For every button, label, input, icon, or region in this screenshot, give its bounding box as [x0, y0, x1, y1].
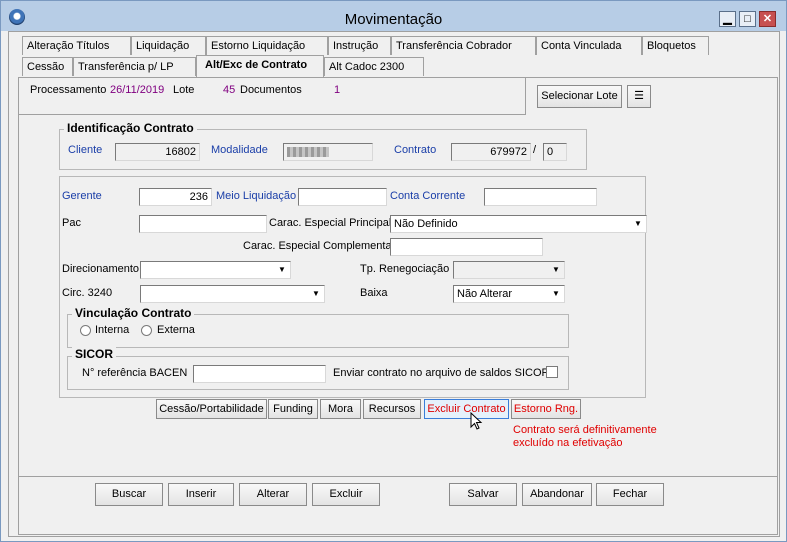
direcionamento-select[interactable]: ▼: [140, 261, 291, 279]
tab-alt-exc-contrato[interactable]: Alt/Exc de Contrato: [196, 55, 324, 77]
chevron-down-icon[interactable]: ▼: [549, 262, 563, 278]
cessao-portabilidade-button[interactable]: Cessão/Portabilidade: [156, 399, 267, 419]
recursos-button[interactable]: Recursos: [363, 399, 421, 419]
close-button[interactable]: ✕: [759, 11, 776, 27]
redacted-modalidade: [287, 147, 329, 157]
chevron-down-icon[interactable]: ▼: [631, 216, 645, 232]
buscar-button[interactable]: Buscar: [95, 483, 163, 506]
tab-instrucao[interactable]: Instrução: [328, 36, 391, 55]
meio-liquidacao-field[interactable]: [298, 188, 387, 206]
list-icon: ☰: [634, 90, 644, 102]
carac-complementar-field[interactable]: [390, 238, 543, 256]
sicor-enviar-label: Enviar contrato no arquivo de saldos SIC…: [333, 367, 550, 379]
inserir-button[interactable]: Inserir: [168, 483, 234, 506]
sicor-enviar-checkbox[interactable]: [546, 366, 558, 378]
salvar-button[interactable]: Salvar: [449, 483, 517, 506]
estorno-rng-button[interactable]: Estorno Rng.: [511, 399, 581, 419]
contrato-label: Contrato: [394, 144, 437, 156]
maximize-icon: □: [744, 13, 751, 25]
tab-liquidacao[interactable]: Liquidação: [131, 36, 206, 55]
interna-radio[interactable]: [80, 325, 91, 336]
client-area: Alteração Títulos Liquidação Estorno Liq…: [8, 31, 780, 537]
tab-cessao[interactable]: Cessão: [22, 57, 73, 76]
window: Movimentação ▁ □ ✕ Alteração Títulos Liq…: [0, 0, 787, 542]
tab-alteracao-titulos[interactable]: Alteração Títulos: [22, 36, 131, 55]
baixa-select[interactable]: Não Alterar ▼: [453, 285, 565, 303]
pac-field[interactable]: [139, 215, 267, 233]
cliente-label: Cliente: [68, 144, 103, 156]
carac-complementar-label: Carac. Especial Complementar: [243, 240, 396, 252]
carac-principal-value: Não Definido: [394, 218, 458, 230]
excluir-button[interactable]: Excluir: [312, 483, 380, 506]
minimize-icon: ▁: [723, 13, 732, 25]
maximize-button[interactable]: □: [739, 11, 756, 27]
modalidade-label: Modalidade: [211, 144, 268, 156]
contrato-field: 679972: [451, 143, 531, 161]
modalidade-field: [283, 143, 373, 161]
tab-transferencia-cobrador[interactable]: Transferência Cobrador: [391, 36, 536, 55]
header-box: [19, 78, 526, 115]
externa-label[interactable]: Externa: [157, 324, 195, 336]
baixa-value: Não Alterar: [457, 288, 513, 300]
contrato-separator: /: [533, 144, 537, 156]
mora-button[interactable]: Mora: [320, 399, 361, 419]
close-icon: ✕: [762, 13, 773, 25]
minimize-button[interactable]: ▁: [719, 11, 736, 27]
tab-panel: Processamento 26/11/2019 Lote 45 Documen…: [18, 77, 778, 535]
window-title: Movimentação: [344, 11, 443, 28]
carac-principal-label: Carac. Especial Principal: [269, 217, 392, 229]
selecionar-lote-button[interactable]: Selecionar Lote: [537, 85, 622, 108]
lote-list-button[interactable]: ☰: [627, 85, 651, 108]
circ-3240-label: Circ. 3240: [62, 287, 113, 299]
tab-estorno-liquidacao[interactable]: Estorno Liquidação: [206, 36, 328, 55]
baixa-label: Baixa: [360, 287, 388, 299]
alterar-button[interactable]: Alterar: [239, 483, 307, 506]
cliente-field: 16802: [115, 143, 200, 161]
carac-principal-select[interactable]: Não Definido ▼: [390, 215, 647, 233]
direcionamento-label: Direcionamento: [62, 263, 140, 275]
gerente-field[interactable]: 236: [139, 188, 212, 206]
tp-renegociacao-select[interactable]: ▼: [453, 261, 565, 279]
tab-alt-cadoc-2300[interactable]: Alt Cadoc 2300: [324, 57, 424, 76]
conta-corrente-field[interactable]: [484, 188, 597, 206]
pac-label: Pac: [62, 217, 81, 229]
abandonar-button[interactable]: Abandonar: [522, 483, 592, 506]
warning-line1: Contrato será definitivamente: [513, 424, 657, 436]
meio-liquidacao-label: Meio Liquidação: [216, 190, 297, 202]
warning-line2: excluído na efetivação: [513, 437, 623, 449]
chevron-down-icon[interactable]: ▼: [309, 286, 323, 302]
tab-transferencia-lp[interactable]: Transferência p/ LP: [73, 57, 196, 76]
tp-renegociacao-label: Tp. Renegociação: [360, 263, 450, 275]
chevron-down-icon[interactable]: ▼: [275, 262, 289, 278]
sicor-ref-field[interactable]: [193, 365, 326, 383]
contrato-digit-field: 0: [543, 143, 567, 161]
fechar-button[interactable]: Fechar: [596, 483, 664, 506]
sicor-title: SICOR: [72, 347, 117, 361]
tab-bloquetos[interactable]: Bloquetos: [642, 36, 709, 55]
conta-corrente-label: Conta Corrente: [390, 190, 466, 202]
externa-radio[interactable]: [141, 325, 152, 336]
circ-3240-select[interactable]: ▼: [140, 285, 325, 303]
tab-conta-vinculada[interactable]: Conta Vinculada: [536, 36, 642, 55]
vinculacao-title: Vinculação Contrato: [72, 306, 195, 320]
title-bar[interactable]: Movimentação ▁ □ ✕: [1, 1, 786, 31]
interna-label[interactable]: Interna: [95, 324, 129, 336]
gerente-label: Gerente: [62, 190, 102, 202]
chevron-down-icon[interactable]: ▼: [549, 286, 563, 302]
mouse-cursor-icon: [470, 412, 483, 430]
funding-button[interactable]: Funding: [268, 399, 318, 419]
identificacao-title: Identificação Contrato: [64, 121, 197, 135]
sicor-ref-label: N° referência BACEN: [82, 367, 188, 379]
excluir-contrato-button[interactable]: Excluir Contrato: [424, 399, 509, 419]
